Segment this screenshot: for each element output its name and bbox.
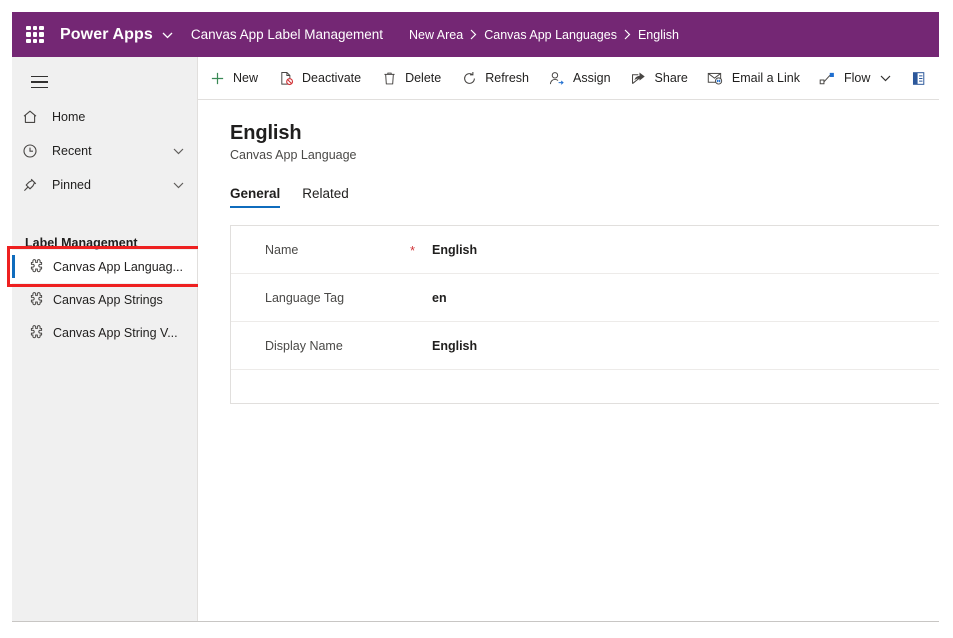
refresh-button-label: Refresh	[485, 71, 529, 85]
sidebar-item-pinned[interactable]: Pinned	[12, 168, 197, 202]
new-button[interactable]: New	[198, 57, 267, 99]
field-value[interactable]: English	[432, 339, 477, 353]
page-subtitle: Canvas App Language	[230, 148, 357, 162]
chevron-right-icon	[470, 29, 477, 40]
chevron-down-icon[interactable]	[162, 26, 173, 44]
field-label: Name	[265, 242, 299, 257]
sidebar-item-label: Pinned	[52, 178, 91, 192]
email-a-link-button-label: Email a Link	[731, 71, 800, 85]
email-a-link-button[interactable]: Email a Link	[697, 57, 809, 99]
delete-button[interactable]: Delete	[370, 57, 450, 99]
command-bar: New Deactivate Delete Refresh Assign Sha…	[198, 57, 939, 100]
field-value[interactable]: English	[432, 243, 477, 257]
share-button[interactable]: Share	[620, 57, 697, 99]
entity-puzzle-icon	[22, 291, 50, 308]
hamburger-menu-icon[interactable]	[17, 64, 61, 100]
assign-button[interactable]: Assign	[538, 57, 620, 99]
share-icon	[629, 69, 649, 87]
sidebar-item-label: Canvas App Strings	[53, 292, 163, 307]
app-launcher-waffle-icon[interactable]	[26, 25, 44, 44]
deactivate-icon	[276, 69, 296, 87]
deactivate-button[interactable]: Deactivate	[267, 57, 370, 99]
required-asterisk-icon: *	[410, 242, 416, 258]
share-button-label: Share	[654, 71, 688, 85]
sidebar-item-canvas-app-string-values[interactable]: Canvas App String V...	[12, 316, 197, 349]
chevron-down-icon[interactable]	[173, 142, 184, 160]
flow-icon	[818, 69, 838, 87]
pin-icon	[22, 175, 48, 195]
breadcrumb-item-record[interactable]: English	[638, 28, 679, 42]
entity-puzzle-icon	[22, 324, 50, 341]
sidebar-item-label: Canvas App String V...	[53, 325, 178, 340]
word-template-icon	[909, 69, 929, 87]
form-card: Name * English Language Tag en Display N…	[230, 225, 939, 404]
app-window: Power Apps Canvas App Label Management N…	[7, 12, 939, 622]
field-label: Language Tag	[265, 290, 345, 305]
record-form-area: English Canvas App Language General Rela…	[198, 100, 939, 621]
brand-title[interactable]: Power Apps	[60, 26, 153, 44]
sidebar-item-home[interactable]: Home	[12, 100, 197, 134]
app-name-label[interactable]: Canvas App Label Management	[191, 27, 383, 42]
chevron-right-icon	[624, 29, 631, 40]
breadcrumb: New Area Canvas App Languages English	[409, 28, 679, 42]
breadcrumb-item-area[interactable]: New Area	[409, 28, 463, 42]
clock-icon	[22, 141, 48, 161]
sidebar-item-label: Recent	[52, 144, 92, 158]
flow-button[interactable]: Flow	[809, 57, 900, 99]
sidebar-group-header: Label Management	[25, 236, 138, 250]
required-asterisk-icon	[410, 297, 432, 298]
plus-icon	[207, 69, 227, 87]
sidebar: Home Recent Pinned Label Management Canv…	[7, 57, 202, 621]
field-value[interactable]: en	[432, 291, 447, 305]
form-row-display-name: Display Name English	[231, 322, 939, 370]
assign-button-label: Assign	[573, 71, 611, 85]
page-title: English	[230, 122, 302, 144]
delete-button-label: Delete	[405, 71, 442, 85]
sidebar-item-label: Home	[52, 110, 86, 124]
form-row-spacer	[231, 370, 939, 404]
new-button-label: New	[233, 71, 259, 85]
breadcrumb-item-entity[interactable]: Canvas App Languages	[484, 28, 617, 42]
required-asterisk-icon	[410, 345, 432, 346]
form-tabs: General Related	[230, 178, 939, 208]
email-link-icon	[706, 69, 726, 87]
tab-general[interactable]: General	[230, 186, 281, 208]
chevron-down-icon[interactable]	[173, 176, 184, 194]
word-templates-button[interactable]	[900, 57, 939, 99]
refresh-button[interactable]: Refresh	[450, 57, 538, 99]
sidebar-item-label: Canvas App Languag...	[53, 259, 183, 274]
chevron-down-icon[interactable]	[880, 75, 891, 82]
sidebar-item-recent[interactable]: Recent	[12, 134, 197, 168]
tab-related[interactable]: Related	[302, 186, 349, 208]
sidebar-item-canvas-app-languages[interactable]: Canvas App Languag...	[7, 246, 202, 287]
trash-icon	[379, 69, 399, 87]
entity-puzzle-icon	[22, 258, 50, 275]
refresh-icon	[459, 69, 479, 87]
form-row-name: Name * English	[231, 226, 939, 274]
flow-button-label: Flow	[843, 71, 871, 85]
form-row-language-tag: Language Tag en	[231, 274, 939, 322]
field-label: Display Name	[265, 338, 343, 353]
top-navigation-bar: Power Apps Canvas App Label Management N…	[12, 12, 939, 57]
home-icon	[22, 107, 48, 127]
deactivate-button-label: Deactivate	[302, 71, 362, 85]
sidebar-item-canvas-app-strings[interactable]: Canvas App Strings	[12, 283, 197, 316]
assign-user-icon	[547, 69, 567, 87]
